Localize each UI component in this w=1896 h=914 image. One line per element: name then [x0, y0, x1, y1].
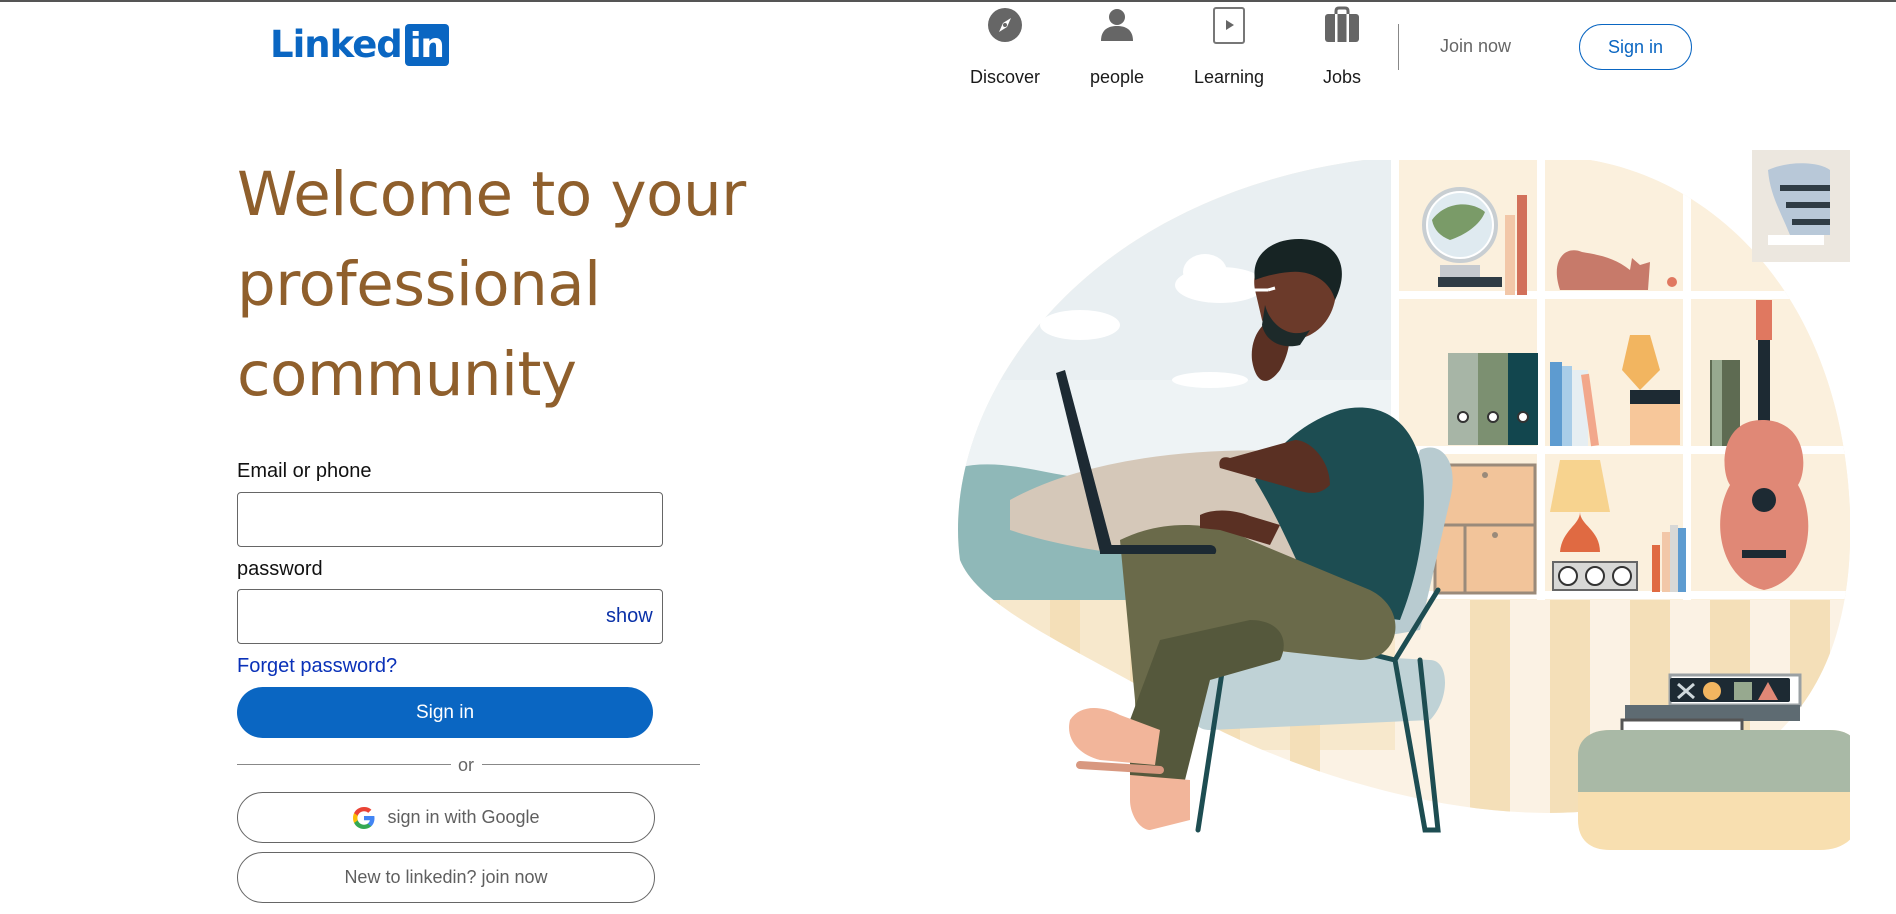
- password-label: password: [237, 558, 323, 580]
- logo-wordmark: Linked: [270, 23, 403, 66]
- email-label: Email or phone: [237, 460, 372, 482]
- nav-people-label: people: [1089, 67, 1145, 87]
- show-password-toggle[interactable]: show: [606, 605, 653, 628]
- compass-icon: [988, 8, 1022, 42]
- nav-discover-label: Discover: [969, 67, 1040, 87]
- divider-right: [482, 764, 700, 765]
- person-icon: [1101, 9, 1133, 41]
- forgot-password-link[interactable]: Forget password?: [237, 655, 397, 678]
- google-sign-in-label: sign in with Google: [387, 807, 540, 827]
- logo-badge: in: [404, 24, 449, 66]
- window-top-border: [0, 0, 1896, 2]
- nav-people[interactable]: people: [1067, 5, 1167, 87]
- nav-jobs-label: Jobs: [1322, 67, 1362, 87]
- sign-in-button[interactable]: Sign in: [237, 687, 653, 738]
- briefcase-icon: [1325, 6, 1359, 42]
- header-sign-in-button[interactable]: Sign in: [1579, 24, 1692, 70]
- binder-shelf: [1448, 353, 1538, 445]
- nav-learning-label: Learning: [1193, 67, 1265, 87]
- join-now-link[interactable]: Join now: [1440, 36, 1511, 57]
- video-icon: [1213, 7, 1245, 44]
- hero-illustration: [958, 150, 1850, 850]
- email-field[interactable]: [237, 492, 663, 547]
- nav-divider: [1398, 24, 1399, 70]
- google-logo-icon: [353, 806, 375, 829]
- join-now-button[interactable]: New to linkedin? join now: [237, 852, 655, 903]
- divider-left: [237, 764, 451, 765]
- or-divider-label: or: [458, 755, 475, 775]
- nav-jobs[interactable]: Jobs: [1292, 5, 1392, 87]
- google-sign-in-button[interactable]: sign in with Google: [237, 792, 655, 843]
- nav-discover[interactable]: Discover: [955, 5, 1055, 87]
- password-field[interactable]: [237, 589, 663, 644]
- nav-learning[interactable]: Learning: [1179, 5, 1279, 87]
- page-title: Welcome to your professional community: [237, 159, 746, 410]
- linkedin-logo[interactable]: Linked in: [270, 24, 449, 66]
